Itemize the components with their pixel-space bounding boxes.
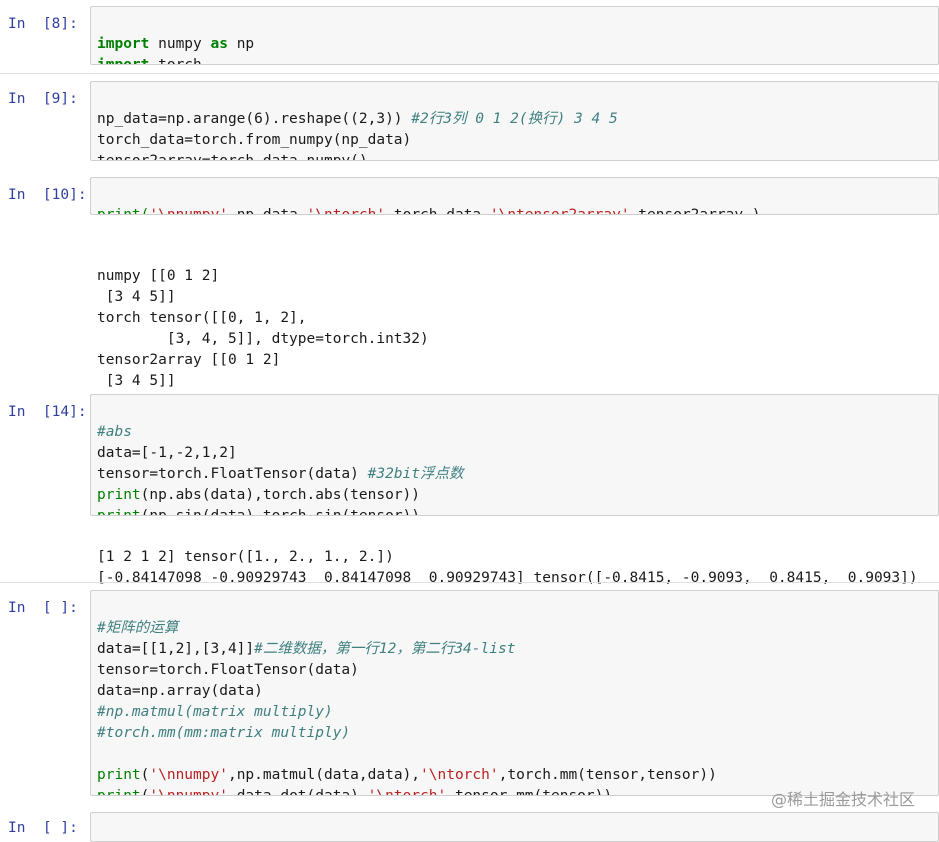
keyword-print: print xyxy=(97,788,141,796)
cell-prompt-empty: In [ ]: xyxy=(8,600,78,616)
output-line: tensor2array [[0 1 2] xyxy=(97,352,281,368)
output-line: [-0.84147098 -0.90929743 0.84147098 0.90… xyxy=(97,570,918,586)
code-text: numpy xyxy=(149,36,211,52)
code-cell-matrix[interactable]: #矩阵的运算 data=[[1,2],[3,4]]#二维数据，第一行12，第二行3… xyxy=(90,590,939,796)
code-text: ,np.matmul(data,data), xyxy=(227,767,421,783)
cell-prompt-empty-2: In [ ]: xyxy=(8,820,78,836)
code-line: torch_data=torch.from_numpy(np_data) xyxy=(97,132,412,148)
code-text: torch xyxy=(149,57,202,65)
code-text: data=[[1,2],[3,4]] xyxy=(97,641,255,657)
cell-prompt-14: In [14]: xyxy=(8,404,87,420)
code-text: (np.abs(data),torch.abs(tensor)) xyxy=(140,487,421,503)
code-line: tensor=torch.FloatTensor(data) xyxy=(97,662,359,678)
code-comment: #abs xyxy=(97,424,132,440)
code-comment: #矩阵的运算 xyxy=(97,620,179,636)
code-line: tensor2array=torch_data.numpy() xyxy=(97,153,368,161)
cell-prompt-9: In [9]: xyxy=(8,91,78,107)
output-line: [3 4 5]] xyxy=(97,289,176,305)
code-cell-8[interactable]: import numpy as np import torch xyxy=(90,6,939,65)
code-text: ,torch_data, xyxy=(385,207,490,215)
code-comment: #32bit浮点数 xyxy=(367,466,464,482)
code-line: data=np.array(data) xyxy=(97,683,263,699)
cell-prompt-8: In [8]: xyxy=(8,16,78,32)
keyword-print: print xyxy=(97,508,141,516)
code-string: '\ntorch' xyxy=(367,788,447,796)
code-string: '\nnumpy' xyxy=(149,767,228,783)
code-cell-10[interactable]: print('\nnumpy',np_data,'\ntorch',torch_… xyxy=(90,177,939,215)
code-cell-9[interactable]: np_data=np.arange(6).reshape((2,3)) #2行3… xyxy=(90,81,939,161)
code-comment: #np.matmul(matrix multiply) xyxy=(97,704,333,720)
output-line: [3 4 5]] xyxy=(97,373,176,389)
keyword-as: as xyxy=(210,36,228,52)
keyword-import: import xyxy=(97,57,150,65)
output-line: torch tensor([[0, 1, 2], xyxy=(97,310,307,326)
keyword-print: print xyxy=(97,487,141,503)
code-comment: #2行3列 0 1 2(换行) 3 4 5 xyxy=(411,111,618,127)
code-cell-empty[interactable] xyxy=(90,812,939,842)
cell-prompt-10: In [10]: xyxy=(8,187,87,203)
code-text: (np.sin(data),torch.sin(tensor)) xyxy=(140,508,421,516)
code-cell-14[interactable]: #abs data=[-1,-2,1,2] tensor=torch.FloatTe… xyxy=(90,394,939,516)
output-line: [3, 4, 5]], dtype=torch.int32) xyxy=(97,331,429,347)
code-string: '\ntensor2array' xyxy=(489,207,630,215)
code-string: '\ntorch' xyxy=(306,207,386,215)
code-comment: #二维数据，第一行12，第二行34-list xyxy=(254,641,516,657)
code-text: ,tensor2array,) xyxy=(629,207,761,215)
watermark: @稀土掘金技术社区 xyxy=(770,790,915,809)
output-line: numpy [[0 1 2] xyxy=(97,268,220,284)
code-comment: #torch.mm(mm:matrix multiply) xyxy=(97,725,351,741)
cell-separator xyxy=(0,582,939,583)
keyword-print: print xyxy=(97,767,141,783)
code-text: ,torch.mm(tensor,tensor)) xyxy=(498,767,717,783)
code-text: np_data=np.arange(6).reshape((2,3)) xyxy=(97,111,412,127)
keyword-print: print( xyxy=(97,207,150,215)
code-string: '\nnumpy' xyxy=(149,788,228,796)
code-string: '\nnumpy' xyxy=(149,207,228,215)
code-text: ,data.dot(data), xyxy=(227,788,368,796)
cell-separator xyxy=(0,73,939,74)
output-area-10: numpy [[0 1 2] [3 4 5]] torch tensor([[0,… xyxy=(97,245,939,413)
code-line: data=[-1,-2,1,2] xyxy=(97,445,237,461)
output-line: [1 2 1 2] tensor([1., 2., 1., 2.]) xyxy=(97,549,394,565)
code-text: ,np_data, xyxy=(227,207,307,215)
code-text: np xyxy=(227,36,255,52)
keyword-import: import xyxy=(97,36,150,52)
code-text: tensor=torch.FloatTensor(data) xyxy=(97,466,368,482)
code-text: ,tensor.mm(tensor)) xyxy=(446,788,613,796)
code-string: '\ntorch' xyxy=(420,767,499,783)
